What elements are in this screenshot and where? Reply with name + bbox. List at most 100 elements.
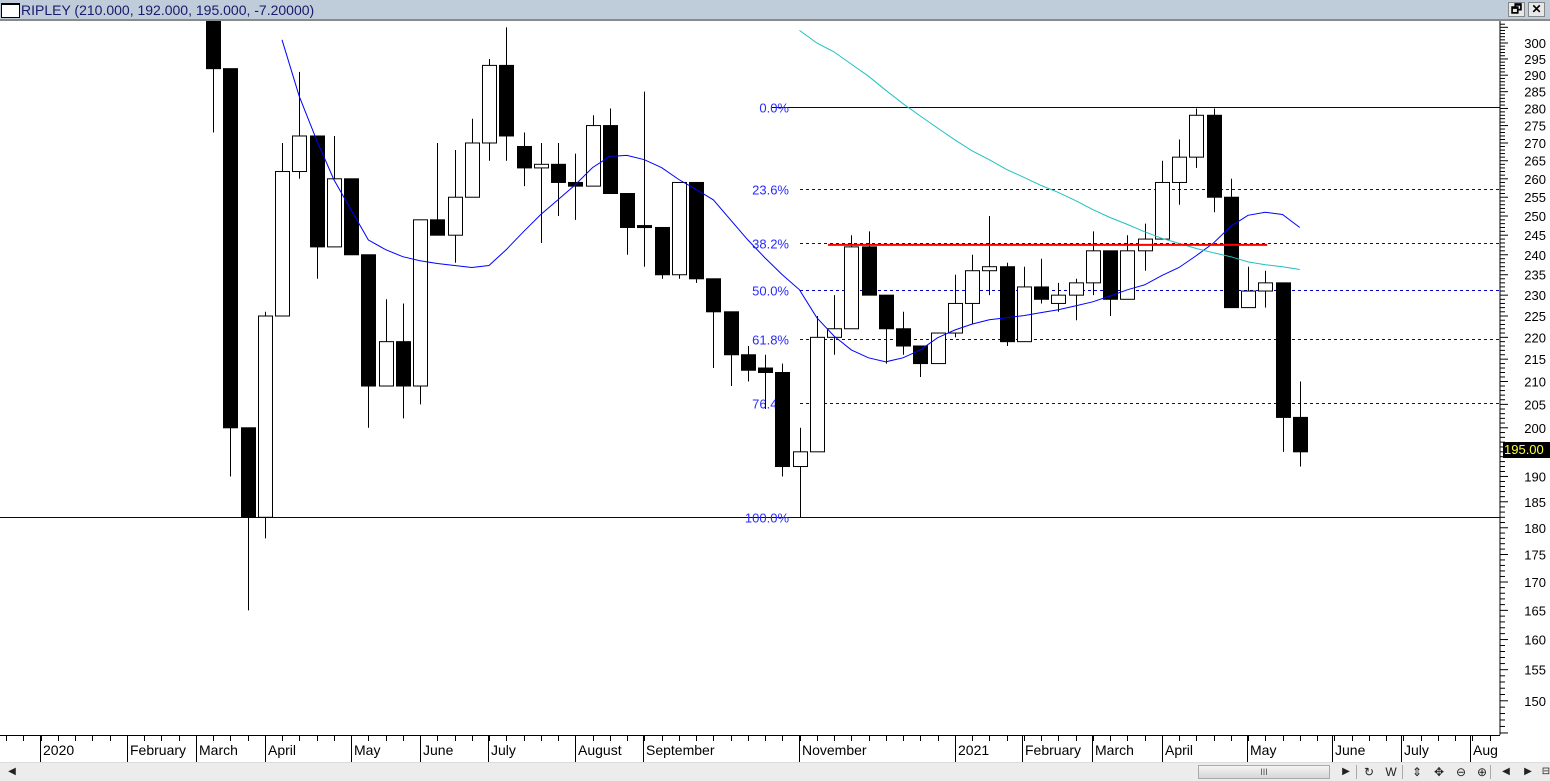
scroll-right-icon[interactable]: ▶ [1337,764,1355,780]
candle [1034,258,1049,304]
x-tick-label: July [488,736,516,763]
x-tick [1214,736,1215,741]
x-tick-label: May [351,736,380,763]
candle-body-down [499,64,514,137]
y-tick-label: 185 [1524,495,1546,510]
y-tick-label: 240 [1524,248,1546,263]
properties-icon[interactable]: ⊟ [1537,764,1550,780]
zoom-out-icon[interactable]: ⊖ [1452,764,1470,780]
candle [1051,282,1066,312]
candle-body-down [1207,114,1222,198]
candle [603,108,618,195]
x-tick [541,736,542,741]
candle [465,118,480,198]
window-icon [1,3,20,18]
candle [310,135,325,279]
candle [413,219,428,405]
x-tick [938,736,939,741]
candle-body-up [379,341,394,387]
x-tick-label: February [1022,736,1081,763]
candle-body-down [361,254,376,387]
candle-body-down [741,354,756,371]
move-icon[interactable]: ✥ [1430,764,1448,780]
y-tick-label: 155 [1524,663,1546,678]
y-tick-label: 230 [1524,288,1546,303]
fib-level-label: 50.0% [752,284,789,299]
candle-body-down [896,328,911,347]
y-tick-label: 215 [1524,352,1546,367]
x-tick [75,736,76,741]
candle [706,278,721,369]
candle [1103,250,1118,317]
y-tick-label: 255 [1524,190,1546,205]
x-tick-label: June [1332,736,1365,763]
candle [1258,270,1273,308]
horizontal-scrollbar-thumb[interactable]: III [1198,765,1330,779]
price-chart[interactable]: 1501551601651701751801851901952002052102… [0,21,1550,735]
candle [1069,278,1084,321]
restore-window-button[interactable]: 🗗 [1508,2,1525,17]
x-tick [1300,736,1301,741]
y-tick-label: 170 [1524,575,1546,590]
window-title-bar: RIPLEY (210.000, 192.000, 195.000, -7.20… [0,0,1550,21]
next-icon[interactable]: ▶ [1519,764,1537,780]
x-tick-label: August [575,736,622,763]
y-tick-label: 265 [1524,154,1546,169]
x-tick-label: February [127,736,186,763]
candle [275,142,290,317]
candle-body-down [517,146,532,169]
y-tick-label: 235 [1524,268,1546,283]
y-tick-label: 150 [1524,694,1546,709]
candle-body-down [430,219,445,236]
candle-body-down [706,278,721,313]
candle-body-down [620,193,635,228]
x-tick [748,736,749,741]
candle-body-up [1051,294,1066,304]
y-axis: 1501551601651701751801851901952002052102… [1500,23,1546,734]
fib-level-label: 100.0% [745,511,790,526]
candle-body-up [844,246,859,330]
y-tick-label: 295 [1524,52,1546,67]
candle [827,295,842,355]
x-tick-label: July [1401,736,1429,763]
candle [551,142,566,217]
scroll-left-icon[interactable]: ◀ [3,764,21,780]
y-tick-label: 175 [1524,548,1546,563]
candle [689,181,704,283]
candle [448,150,463,263]
y-tick-label: 270 [1524,136,1546,151]
candle-body-down [223,68,238,429]
candle-body-up [534,163,549,169]
candle [620,193,635,255]
candle [793,427,808,518]
x-tick [92,736,93,741]
candle-body-up [1155,181,1170,240]
toolbar-separator [1356,765,1357,779]
x-tick [334,736,335,741]
x-tick [1231,736,1232,741]
x-tick [6,736,7,741]
weekly-icon[interactable]: W [1382,764,1400,780]
candle-body-up [258,315,273,518]
prev-icon[interactable]: ◀ [1497,764,1515,780]
candle [379,299,394,387]
candle-body-up [1172,156,1187,183]
zoom-in-icon[interactable]: ⊕ [1473,764,1491,780]
candle [655,226,670,279]
candle-body-down [1293,416,1308,453]
x-tick [455,736,456,741]
candle-body-up [1069,282,1084,296]
vertical-scale-icon[interactable]: ⇕ [1408,764,1426,780]
candle [741,346,756,382]
refresh-icon[interactable]: ↻ [1360,764,1378,780]
fib-level-label: 38.2% [752,237,789,252]
x-tick [248,736,249,741]
close-button[interactable]: ✕ [1528,2,1545,17]
candle [1000,262,1015,347]
x-tick [1386,736,1387,741]
candle [327,135,342,248]
candle-body-down [862,246,877,296]
candle-body-down [724,311,739,356]
x-tick [782,736,783,741]
x-tick [1283,736,1284,741]
